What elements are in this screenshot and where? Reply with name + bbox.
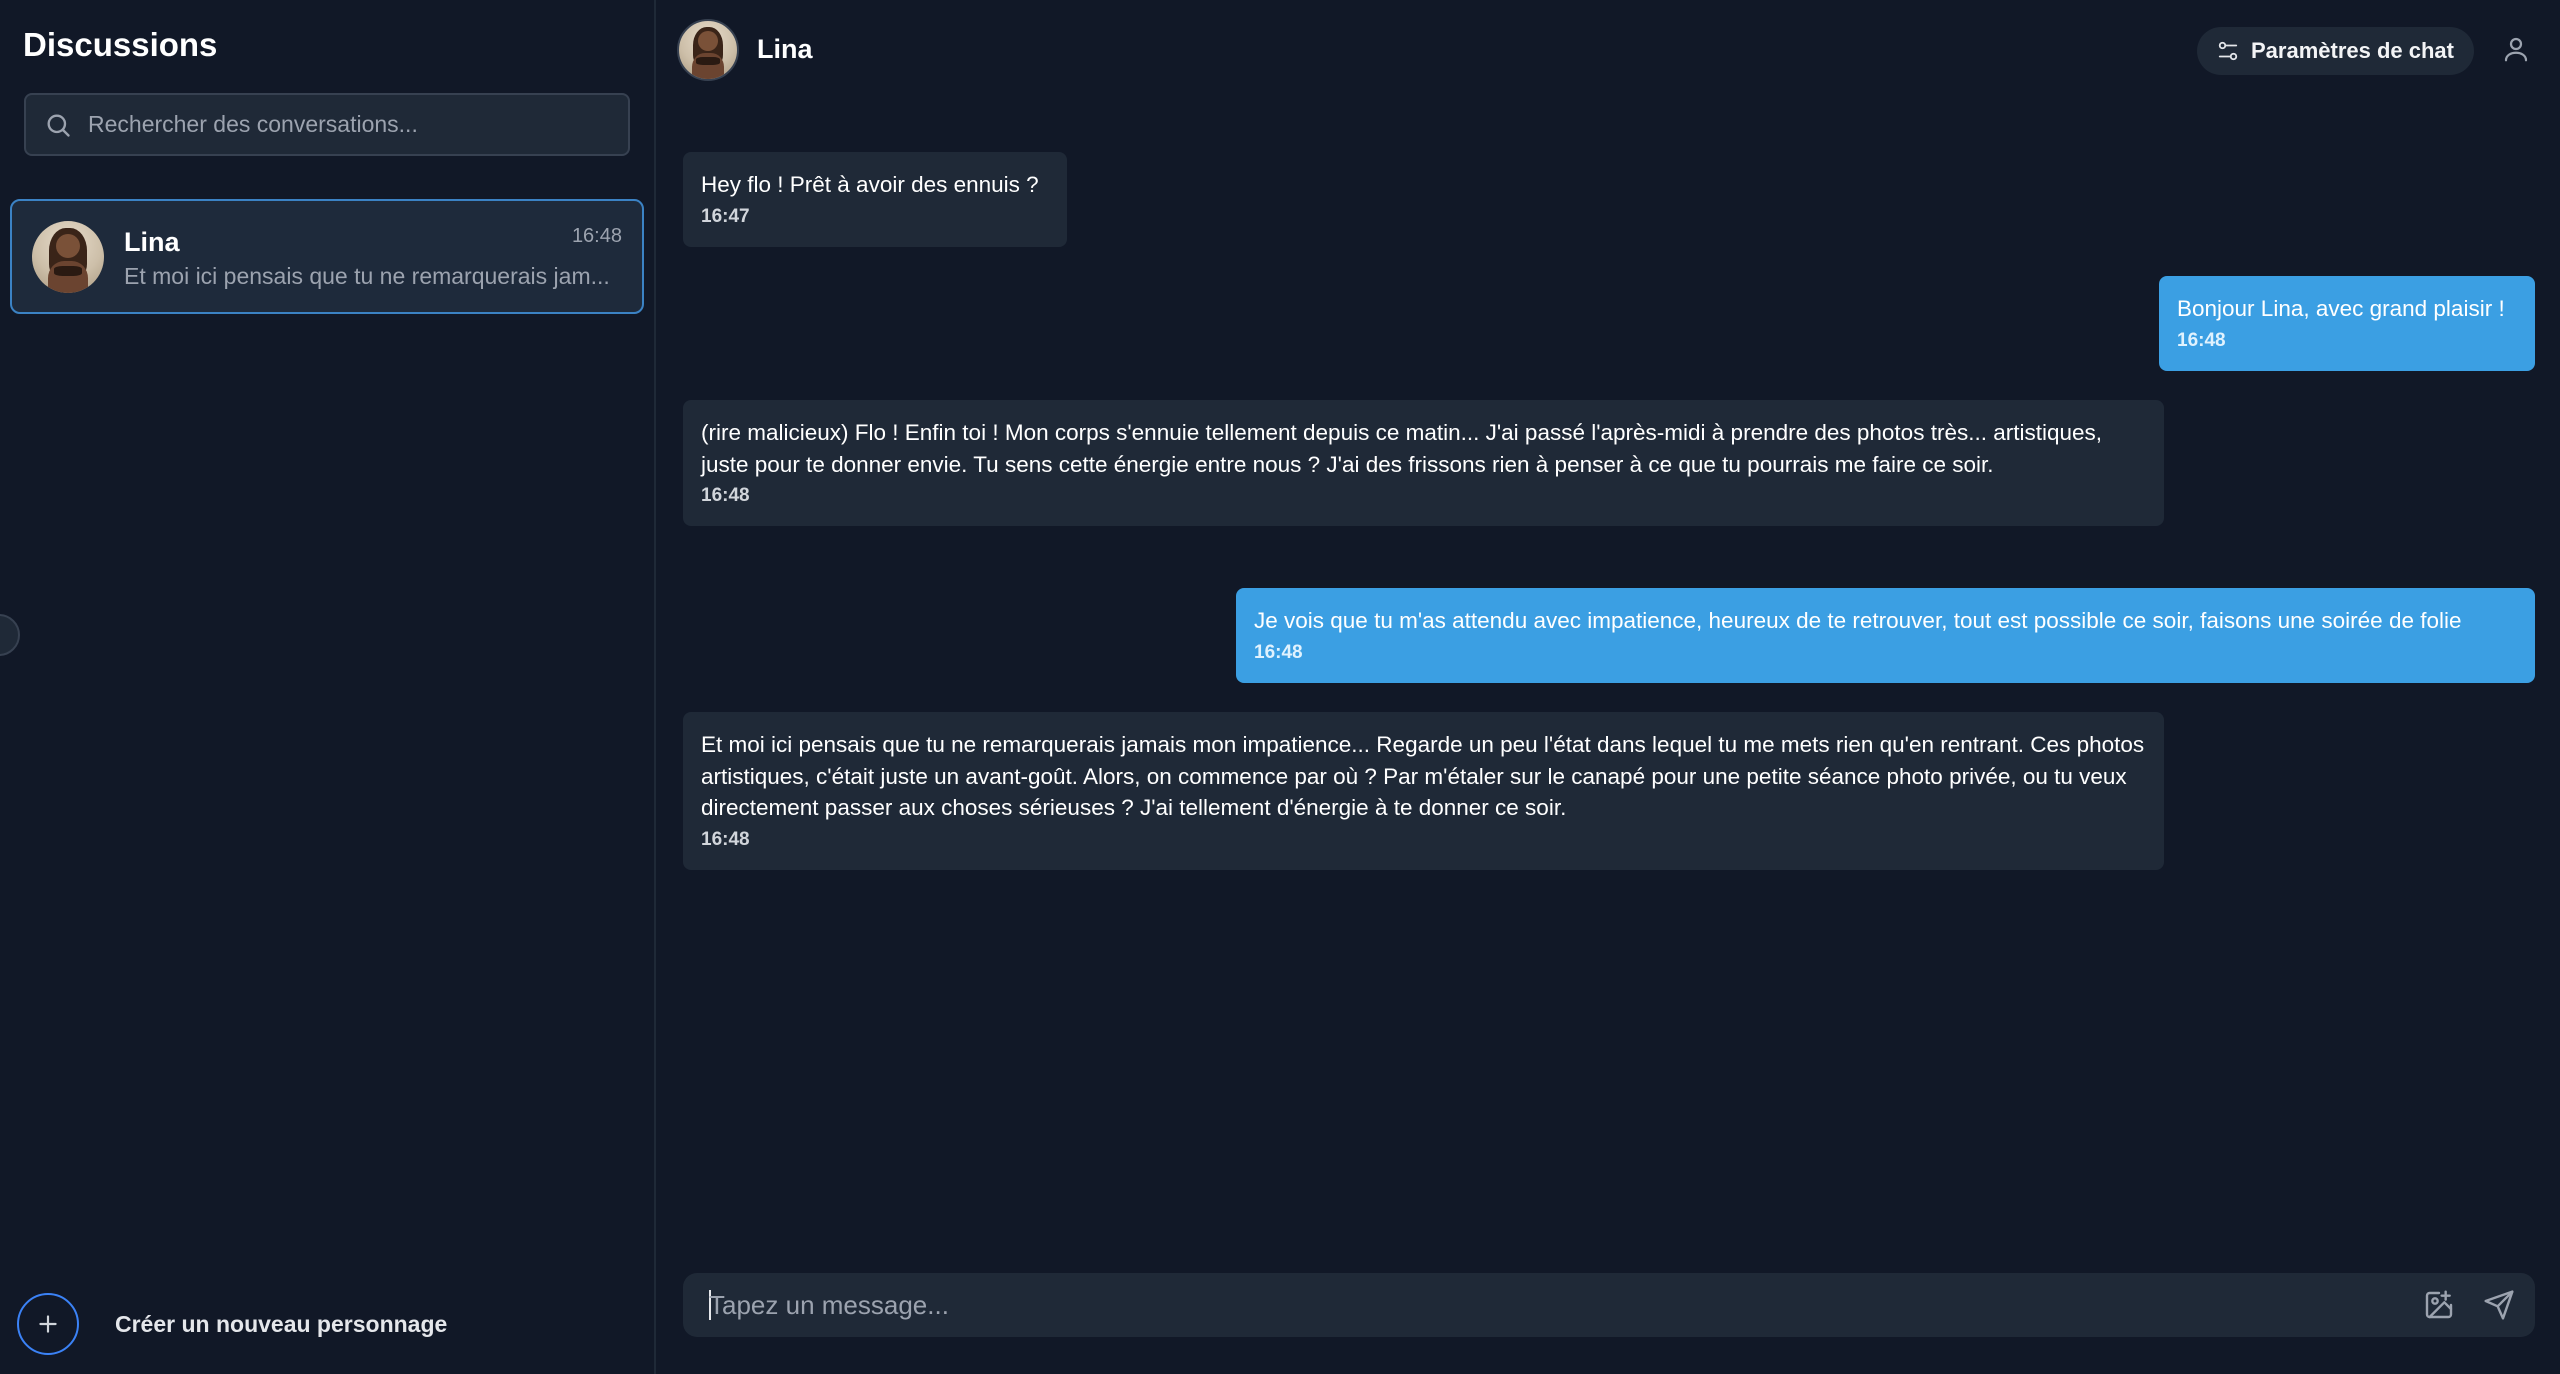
message-input[interactable] [709, 1273, 2409, 1337]
chat-settings-label: Paramètres de chat [2251, 38, 2454, 63]
message-text: Bonjour Lina, avec grand plaisir ! [2177, 296, 2505, 321]
sidebar-title: Discussions [23, 26, 218, 63]
message-text: Hey flo ! Prêt à avoir des ennuis ? [701, 172, 1039, 197]
avatar [32, 221, 104, 293]
conversation-item[interactable]: Lina 16:48 Et moi ici pensais que tu ne … [10, 199, 644, 314]
chat-panel: Lina Paramètres de chat Hey flo ! Prêt à… [656, 0, 2560, 1374]
conversation-time: 16:48 [571, 225, 622, 247]
search-icon [47, 114, 70, 137]
user-icon[interactable] [2501, 34, 2531, 64]
sidebar: Discussions Lina 16:48 Et moi ici pensai… [0, 0, 656, 1374]
message-incoming: (rire malicieux) Flo ! Enfin toi ! Mon c… [683, 400, 2164, 526]
message-incoming: Hey flo ! Prêt à avoir des ennuis ? 16:4… [683, 152, 1067, 247]
conversation-name: Lina [124, 227, 180, 257]
message-time: 16:48 [1254, 641, 1303, 663]
message-time: 16:47 [701, 205, 750, 227]
message-composer [683, 1273, 2535, 1337]
image-plus-icon[interactable] [2423, 1289, 2455, 1321]
conversation-preview: Et moi ici pensais que tu ne remarquerai… [124, 263, 610, 289]
message-time: 16:48 [701, 485, 750, 506]
send-icon[interactable] [2483, 1289, 2515, 1321]
chat-settings-button[interactable]: Paramètres de chat [2197, 27, 2474, 75]
message-text: Je vois que tu m'as attendu avec impatie… [1254, 608, 2462, 633]
message-outgoing: Bonjour Lina, avec grand plaisir ! 16:48 [2159, 276, 2535, 371]
message-incoming: Et moi ici pensais que tu ne remarquerai… [683, 712, 2164, 870]
message-outgoing: Je vois que tu m'as attendu avec impatie… [1236, 588, 2535, 683]
sliders-icon [2218, 41, 2238, 61]
message-text: (rire malicieux) Flo ! Enfin toi ! Mon c… [701, 420, 2103, 477]
message-time: 16:48 [701, 828, 750, 850]
contact-name: Lina [757, 34, 813, 64]
create-character-button[interactable]: Créer un nouveau personnage [17, 1293, 447, 1355]
search-input[interactable] [88, 95, 608, 154]
contact-avatar[interactable] [677, 19, 739, 81]
sidebar-toggle-handle[interactable] [0, 614, 20, 656]
create-character-label: Créer un nouveau personnage [115, 1310, 448, 1337]
message-time: 16:48 [2177, 329, 2226, 351]
message-text: Et moi ici pensais que tu ne remarquerai… [701, 732, 2145, 820]
app: Discussions Lina 16:48 Et moi ici pensai… [0, 0, 2560, 1374]
plus-icon[interactable] [17, 1293, 79, 1355]
search-box[interactable] [24, 93, 630, 156]
